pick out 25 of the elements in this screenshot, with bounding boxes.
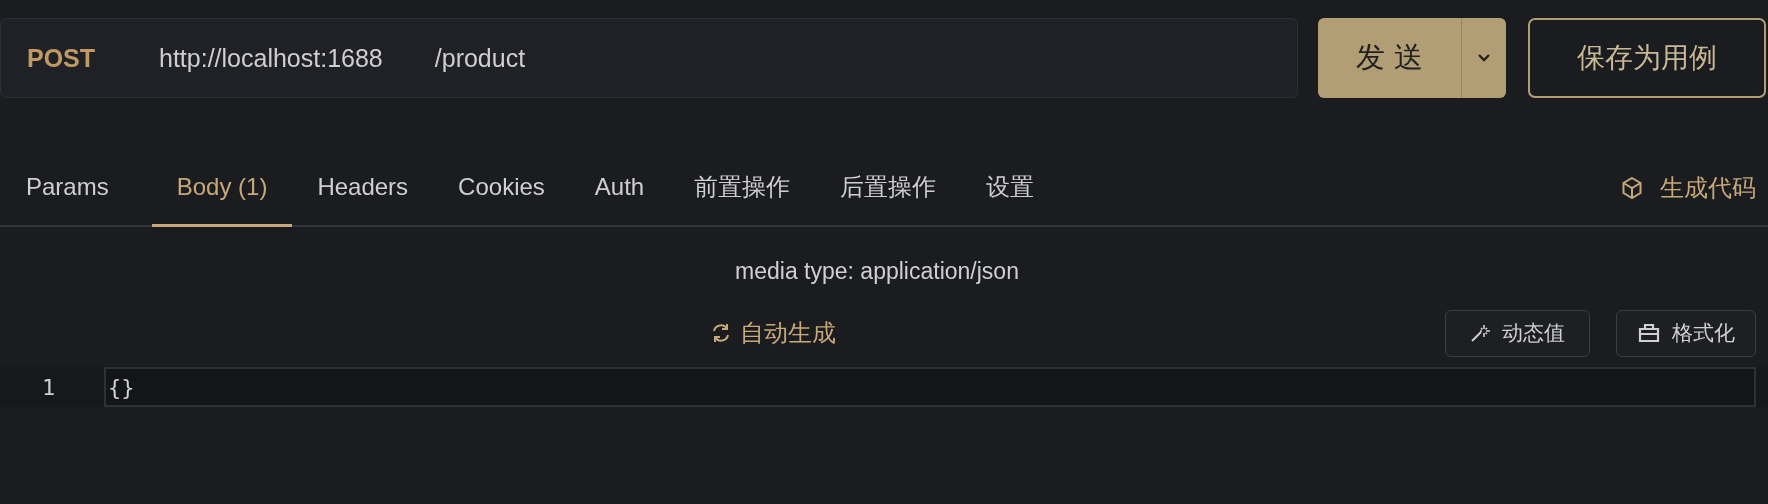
magic-wand-icon xyxy=(1470,323,1490,343)
refresh-icon xyxy=(710,322,732,344)
url-field[interactable]: POST http://localhost:1688 /product xyxy=(0,18,1298,98)
tab[interactable]: Body (1) xyxy=(151,150,293,227)
send-button[interactable]: 发 送 xyxy=(1318,18,1461,98)
host-text: http://localhost:1688 xyxy=(159,43,383,73)
tab[interactable]: Cookies xyxy=(433,150,570,227)
path-text: /product xyxy=(434,43,526,73)
tab[interactable]: 前置操作 xyxy=(669,150,816,227)
tab[interactable]: 后置操作 xyxy=(815,150,962,227)
line-number: 1 xyxy=(41,374,57,400)
tab[interactable]: 设置 xyxy=(961,150,1060,227)
dynamic-value-button[interactable]: 动态值 xyxy=(1445,309,1590,357)
tab[interactable]: Params xyxy=(0,150,134,227)
auto-generate-link[interactable]: 自动生成 xyxy=(710,317,836,349)
tab[interactable]: Headers xyxy=(292,150,434,227)
method-label: POST xyxy=(27,43,97,73)
cube-icon xyxy=(1622,176,1642,199)
format-button[interactable]: 格式化 xyxy=(1616,309,1756,357)
save-as-case-button[interactable]: 保存为用例 xyxy=(1528,18,1766,98)
toolbox-icon xyxy=(1637,323,1660,343)
caret-icon[interactable] xyxy=(1477,53,1491,63)
media-type-text: media type: application/json xyxy=(735,258,1019,284)
generate-code-link[interactable]: 生成代码 xyxy=(1622,150,1758,225)
tab[interactable]: Auth xyxy=(569,150,670,227)
